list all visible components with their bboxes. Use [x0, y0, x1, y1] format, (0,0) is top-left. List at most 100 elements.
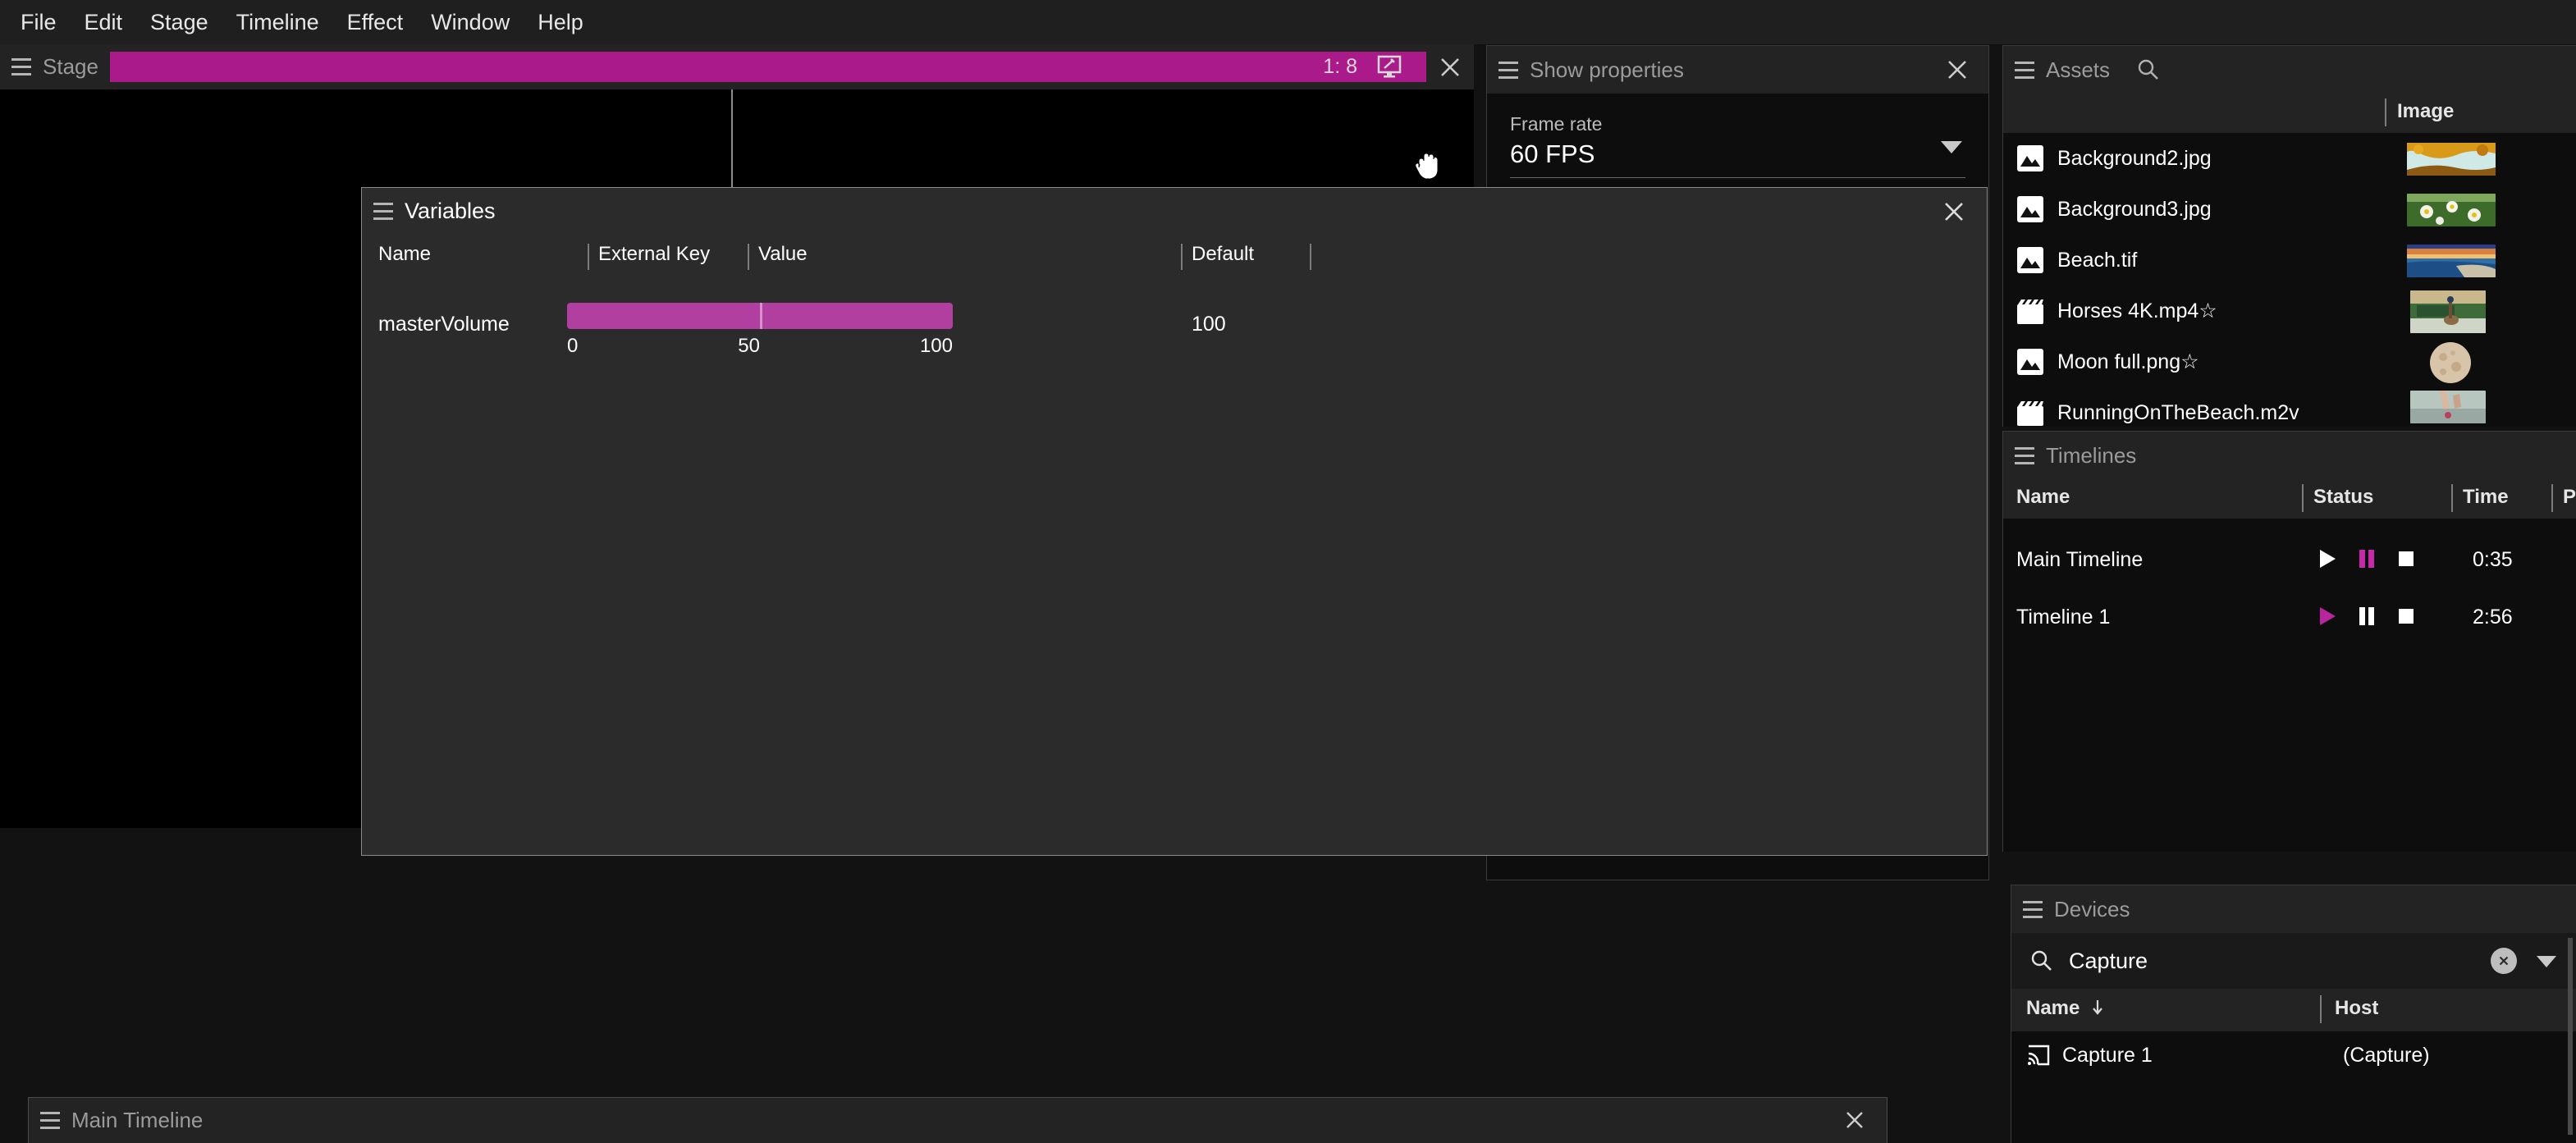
variables-col-default[interactable]: Default — [1192, 243, 1254, 266]
timelines-col-time[interactable]: Time — [2463, 486, 2509, 509]
variables-col-external-key[interactable]: External Key — [598, 243, 710, 266]
search-input[interactable]: Capture — [2069, 949, 2148, 974]
bottom-timeline-close-icon[interactable] — [1832, 1098, 1877, 1142]
list-item[interactable]: Background2.jpg 3552 × — [2003, 133, 2576, 184]
stage-menu-icon[interactable] — [0, 44, 43, 89]
list-item[interactable]: Horses 4K.mp4☆ 3840 × — [2003, 286, 2576, 336]
assets-col-image[interactable]: Image — [2397, 100, 2454, 123]
column-divider[interactable] — [2385, 98, 2386, 126]
menu-item-effect[interactable]: Effect — [333, 7, 418, 39]
chevron-down-icon[interactable] — [2537, 956, 2556, 967]
menu-bar: File Edit Stage Timeline Effect Window H… — [0, 0, 2576, 44]
stage-close-icon[interactable] — [1426, 44, 1474, 89]
bottom-timeline-menu-icon[interactable] — [29, 1098, 71, 1143]
frame-rate-field[interactable]: Frame rate 60 FPS — [1510, 113, 1965, 178]
menu-item-help[interactable]: Help — [524, 7, 597, 39]
assets-title: Assets — [2046, 57, 2111, 82]
devices-col-host[interactable]: Host — [2335, 997, 2378, 1020]
variables-menu-icon[interactable] — [362, 189, 405, 234]
sort-down-arrow-icon[interactable] — [2089, 998, 2106, 1020]
assets-list[interactable]: Background2.jpg 3552 × Background3.jpg — [2003, 133, 2576, 427]
timeline-transport-controls — [2317, 606, 2417, 627]
image-file-icon — [2016, 246, 2044, 274]
column-divider[interactable] — [2320, 995, 2322, 1023]
devices-menu-icon[interactable] — [2011, 887, 2054, 932]
table-row[interactable]: Main Timeline 0:35 — [2003, 533, 2576, 591]
timelines-col-name[interactable]: Name — [2016, 486, 2070, 509]
menu-item-stage[interactable]: Stage — [136, 7, 222, 39]
asset-thumbnail — [2410, 290, 2486, 333]
menu-item-file[interactable]: File — [7, 7, 71, 39]
frame-rate-value: 60 FPS — [1510, 139, 1595, 168]
timelines-col-status[interactable]: Status — [2313, 486, 2373, 509]
stage-titlebar: Stage 1: 8 — [0, 44, 1474, 89]
image-file-icon — [2016, 195, 2044, 223]
list-item[interactable]: Moon full.png☆ 1200 × — [2003, 336, 2576, 387]
slider-mid-label: 50 — [738, 335, 760, 357]
table-row[interactable]: Capture 1 (Capture) — [2011, 1031, 2576, 1079]
variables-col-value[interactable]: Value — [758, 243, 808, 266]
slider-midpoint-tick — [760, 303, 762, 329]
timeline-time: 0:35 — [2473, 548, 2513, 571]
asset-name: Moon full.png☆ — [2057, 350, 2199, 373]
pause-icon[interactable] — [2356, 606, 2377, 627]
list-item[interactable]: RunningOnTheBeach.m2v 1280 × — [2003, 387, 2576, 427]
variables-row[interactable]: masterVolume 0 50 100 100 — [362, 275, 1987, 373]
slider-min-label: 0 — [567, 335, 579, 357]
asset-name: Background3.jpg — [2057, 197, 2212, 221]
stop-icon[interactable] — [2395, 606, 2417, 627]
assets-menu-icon[interactable] — [2003, 48, 2046, 93]
asset-thumbnail — [2407, 245, 2496, 277]
asset-thumbnail — [2428, 341, 2473, 385]
search-icon[interactable] — [2136, 57, 2161, 82]
column-divider[interactable] — [2551, 484, 2553, 512]
column-divider[interactable] — [2451, 484, 2453, 512]
play-icon[interactable] — [2317, 548, 2338, 569]
column-divider[interactable] — [2302, 484, 2304, 512]
master-volume-slider[interactable]: 0 50 100 — [567, 303, 953, 358]
show-properties-menu-icon[interactable] — [1487, 48, 1530, 93]
column-divider[interactable] — [1310, 244, 1311, 270]
menu-item-window[interactable]: Window — [417, 7, 524, 39]
clear-circle-icon[interactable] — [2491, 948, 2517, 974]
slider-max-label: 100 — [919, 335, 953, 357]
bottom-main-timeline-panel: Main Timeline — [28, 1097, 1887, 1143]
timelines-col-play[interactable]: Play — [2563, 486, 2576, 509]
devices-col-name: Name — [2026, 997, 2080, 1019]
list-item[interactable]: Beach.tif 3752 × — [2003, 235, 2576, 286]
hand-cursor-icon — [1413, 149, 1441, 186]
play-icon[interactable] — [2317, 606, 2338, 627]
search-icon[interactable] — [2029, 949, 2054, 973]
devices-scrollbar[interactable] — [2568, 938, 2573, 1135]
table-row[interactable]: Timeline 1 2:56 — [2003, 591, 2576, 648]
menu-item-edit[interactable]: Edit — [71, 7, 137, 39]
timelines-menu-icon[interactable] — [2003, 433, 2046, 478]
variables-column-header: Name External Key Value Default — [362, 234, 1987, 275]
devices-column-header: Name Host — [2011, 989, 2576, 1031]
monitor-edit-icon[interactable] — [1377, 55, 1403, 80]
assets-titlebar: Assets — [2003, 46, 2576, 94]
variables-titlebar[interactable]: Variables — [362, 188, 1987, 234]
chevron-down-icon[interactable] — [1941, 141, 1962, 153]
list-item[interactable]: Background3.jpg 3552 × — [2003, 184, 2576, 235]
slider-scale-labels: 0 50 100 — [567, 335, 953, 358]
variables-close-icon[interactable] — [1931, 191, 1977, 232]
asset-thumbnail — [2407, 194, 2496, 226]
menu-item-timeline[interactable]: Timeline — [222, 7, 333, 39]
column-divider[interactable] — [588, 244, 589, 270]
column-divider[interactable] — [748, 244, 749, 270]
show-properties-close-icon[interactable] — [1934, 46, 1980, 94]
frame-rate-label: Frame rate — [1510, 113, 1603, 135]
slider-track[interactable] — [567, 303, 953, 329]
timeline-name: Timeline 1 — [2016, 606, 2111, 629]
variable-default-value: 100 — [1192, 313, 1226, 336]
timelines-column-header: Name Status Time Play — [2003, 479, 2576, 519]
device-search-bar[interactable]: Capture — [2011, 933, 2576, 989]
device-name: Capture 1 — [2062, 1043, 2153, 1067]
pause-icon[interactable] — [2356, 548, 2377, 569]
stop-icon[interactable] — [2395, 548, 2417, 569]
asset-name: RunningOnTheBeach.m2v — [2057, 400, 2299, 424]
variables-col-name[interactable]: Name — [378, 243, 431, 266]
devices-col-name-wrap[interactable]: Name — [2026, 997, 2106, 1020]
column-divider[interactable] — [1181, 244, 1183, 270]
